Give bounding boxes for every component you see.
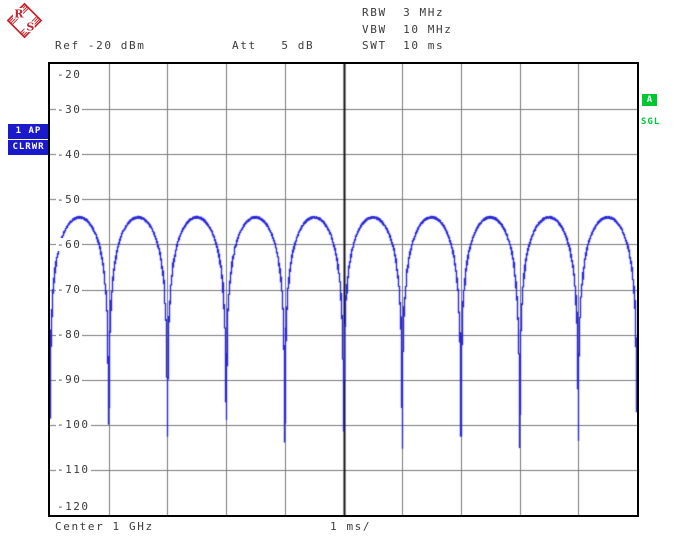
- y-axis-tick-label: -70: [56, 283, 82, 296]
- trace-detector-badge: 1 AP: [8, 124, 49, 139]
- trace-canvas: [50, 64, 637, 515]
- swt-label: SWT 10 ms: [362, 40, 444, 52]
- rohde-schwarz-logo: R S: [6, 2, 43, 39]
- center-frequency-label: Center 1 GHz: [55, 521, 154, 533]
- y-axis-tick-label: -50: [56, 193, 82, 206]
- svg-text:R: R: [14, 7, 24, 20]
- y-axis-tick-label: -90: [56, 373, 82, 386]
- vbw-label: VBW 10 MHz: [362, 24, 452, 36]
- measurement-graticule: -20 -30 -40 -50 -60 -70 -80 -90 -100 -110 -120: [48, 62, 639, 517]
- y-axis-tick-label: -110: [56, 463, 91, 476]
- y-axis-tick-label: -60: [56, 238, 82, 251]
- trace-mode-badges: 1 AP CLRWR: [8, 124, 49, 156]
- svg-text:S: S: [26, 21, 34, 34]
- y-axis-tick-label: -100: [56, 418, 91, 431]
- rbw-label: RBW 3 MHz: [362, 7, 444, 19]
- y-axis-tick-label: -120: [56, 500, 91, 513]
- time-scale-label: 1 ms/: [330, 521, 371, 533]
- ref-level-label: Ref -20 dBm: [55, 40, 145, 52]
- spectrum-analyzer-screen: R S Ref -20 dBm Att 5 dB RBW 3 MHz VBW 1…: [0, 0, 675, 541]
- single-sweep-indicator: SGL: [641, 117, 660, 127]
- y-axis-tick-label: -80: [56, 328, 82, 341]
- y-axis-tick-label: -40: [56, 148, 82, 161]
- y-axis-tick-label: -20: [56, 68, 82, 81]
- y-axis-tick-label: -30: [56, 103, 82, 116]
- screen-a-badge: A: [642, 94, 657, 106]
- trace-write-mode-badge: CLRWR: [8, 140, 49, 155]
- attenuation-label: Att 5 dB: [232, 40, 314, 52]
